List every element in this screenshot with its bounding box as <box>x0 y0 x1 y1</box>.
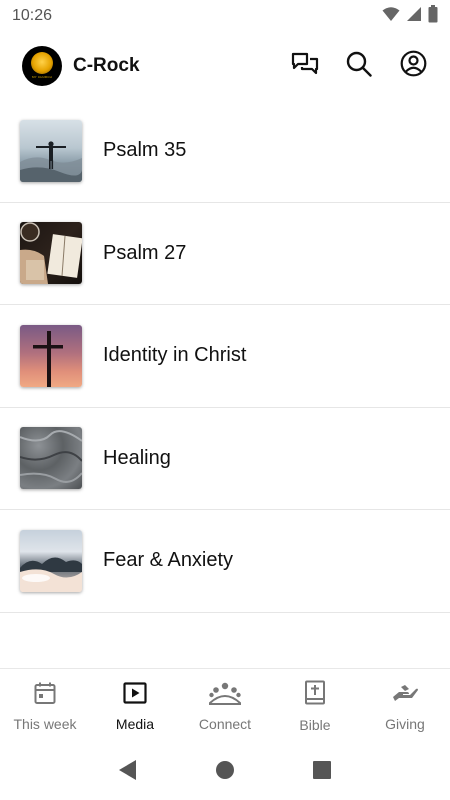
list-item[interactable]: Fear & Anxiety <box>0 510 450 613</box>
search-button[interactable] <box>344 51 374 81</box>
status-icons <box>382 4 438 28</box>
nav-media[interactable]: Media <box>90 669 180 744</box>
wifi-icon <box>382 6 400 27</box>
cellular-signal-icon <box>406 6 422 27</box>
bottom-navigation: This week Media Connect Bible Giving <box>0 668 450 744</box>
nav-giving[interactable]: Giving <box>360 669 450 744</box>
app-title: C-Rock <box>73 55 140 76</box>
item-title: Psalm 27 <box>103 241 187 264</box>
header-actions <box>290 50 428 82</box>
item-title: Psalm 35 <box>103 139 187 162</box>
app-header: MY CHURCH C-Rock <box>0 32 450 100</box>
home-icon <box>215 760 235 785</box>
search-icon <box>346 51 372 82</box>
nav-this-week[interactable]: This week <box>0 669 90 744</box>
church-logo[interactable]: MY CHURCH <box>22 46 62 86</box>
thumbnail-image <box>20 324 82 387</box>
chat-button[interactable] <box>290 51 320 81</box>
status-bar: 10:26 <box>0 0 450 32</box>
list-item[interactable]: Healing <box>0 408 450 510</box>
list-item[interactable]: Identity in Christ <box>0 305 450 408</box>
people-icon <box>209 681 241 710</box>
bible-icon <box>303 680 327 711</box>
media-list: Psalm 35 Psalm 27 Identity in Christ Hea… <box>0 100 450 613</box>
nav-bible[interactable]: Bible <box>270 669 360 744</box>
calendar-icon <box>33 681 57 710</box>
thumbnail-image <box>20 119 82 182</box>
item-title: Identity in Christ <box>103 344 247 367</box>
list-item[interactable]: Psalm 35 <box>0 100 450 203</box>
status-time: 10:26 <box>12 7 53 24</box>
recents-icon <box>312 760 332 785</box>
thumbnail-image <box>20 222 82 285</box>
item-title: Healing <box>103 446 171 469</box>
nav-label: Bible <box>299 717 331 733</box>
logo-emblem <box>31 52 53 74</box>
back-icon <box>118 759 138 786</box>
list-item[interactable]: Psalm 27 <box>0 203 450 305</box>
nav-label: Giving <box>385 716 425 732</box>
system-recents-button[interactable] <box>307 757 337 787</box>
logo-text: MY CHURCH <box>31 75 53 79</box>
thumbnail-image <box>20 427 82 490</box>
nav-label: This week <box>13 716 77 732</box>
account-button[interactable] <box>398 50 428 82</box>
system-navigation-bar <box>0 744 450 800</box>
chat-icon <box>291 51 319 82</box>
nav-label: Connect <box>198 716 252 732</box>
system-home-button[interactable] <box>210 757 240 787</box>
account-icon <box>400 50 427 82</box>
item-title: Fear & Anxiety <box>103 549 234 572</box>
battery-icon <box>428 4 438 28</box>
nav-label: Media <box>115 716 155 732</box>
giving-hand-icon <box>391 681 419 710</box>
play-icon <box>123 681 147 710</box>
system-back-button[interactable] <box>113 757 143 787</box>
thumbnail-image <box>20 529 82 592</box>
nav-connect[interactable]: Connect <box>180 669 270 744</box>
